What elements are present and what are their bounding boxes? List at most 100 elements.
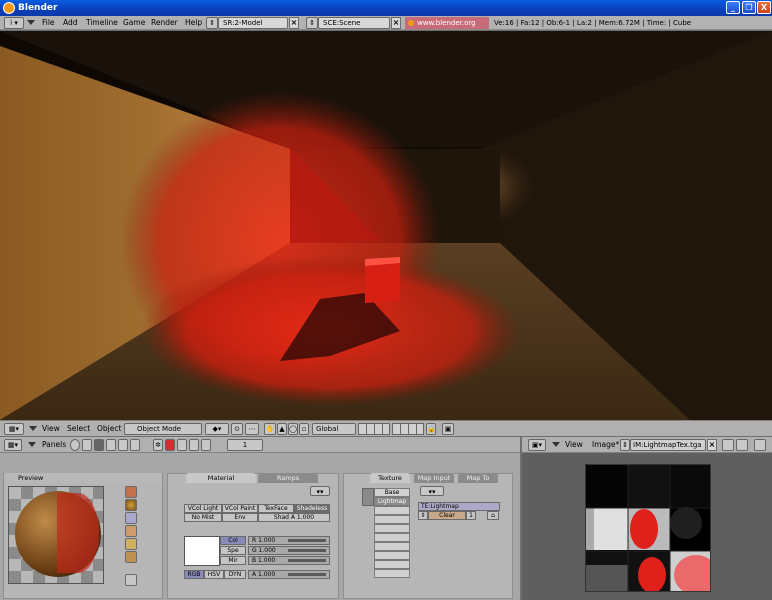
texture-slot-empty[interactable]	[374, 515, 410, 524]
preview-cube-icon[interactable]	[125, 512, 137, 524]
image-delete-icon[interactable]: ×	[707, 439, 717, 451]
hsv-mode-button[interactable]: HSV	[204, 570, 224, 579]
lock-icon[interactable]: 🔒	[426, 423, 436, 435]
scene-name-field[interactable]: SCE:Scene	[318, 17, 390, 29]
shading-icon[interactable]	[94, 439, 104, 451]
layer-buttons-group2[interactable]	[392, 423, 424, 435]
vcol-paint-toggle[interactable]: VCol Paint	[222, 504, 258, 513]
material-buttons-icon[interactable]	[165, 439, 175, 451]
blue-slider[interactable]: B 1.000	[248, 556, 330, 565]
tab-material[interactable]: Material	[186, 473, 256, 483]
shadow-alpha-field[interactable]: Shad A 1.000	[258, 513, 330, 522]
tab-map-to[interactable]: Map To	[458, 473, 498, 483]
scale-icon[interactable]: ▫	[299, 423, 309, 435]
rgb-mode-button[interactable]: RGB	[184, 570, 204, 579]
layer-buttons-group1[interactable]	[358, 423, 390, 435]
texture-slot-empty[interactable]	[374, 569, 410, 578]
maximize-button[interactable]: ❐	[742, 1, 756, 14]
vcol-light-toggle[interactable]: VCol Light	[184, 504, 222, 513]
logic-icon[interactable]	[70, 439, 80, 451]
editor-type-icon[interactable]: ▣▾	[528, 439, 546, 451]
tab-map-input[interactable]: Map Input	[414, 473, 454, 483]
editor-type-icon[interactable]: ▦▾	[4, 439, 22, 451]
texture-fake-user-icon[interactable]: ⌂	[487, 511, 499, 520]
editing-icon[interactable]	[118, 439, 128, 451]
no-mist-toggle[interactable]: No Mist	[184, 513, 222, 522]
texture-name-field[interactable]: TE:Lightmap	[418, 502, 500, 511]
texface-toggle[interactable]: TexFace	[258, 504, 294, 513]
texture-slot-empty[interactable]	[374, 506, 410, 515]
red-slider[interactable]: R 1.000	[248, 536, 330, 545]
menu-render[interactable]: Render	[151, 16, 178, 30]
preview-hair-icon[interactable]	[125, 538, 137, 550]
translate-icon[interactable]: ▲	[277, 423, 287, 435]
green-slider[interactable]: G 1.000	[248, 546, 330, 555]
spe-button[interactable]: Spe	[220, 546, 246, 555]
texture-pin-icon[interactable]: ▾▾	[420, 486, 444, 496]
mode-select[interactable]: Object Mode	[124, 423, 202, 435]
frame-number-field[interactable]: 1	[227, 439, 263, 451]
menu-view[interactable]: View	[565, 438, 583, 452]
script-icon[interactable]	[82, 439, 92, 451]
texture-slot-empty[interactable]	[374, 560, 410, 569]
scene-delete-icon[interactable]: ×	[391, 17, 401, 29]
texture-slot-base[interactable]: Base	[374, 488, 410, 497]
preview-flat-icon[interactable]	[125, 486, 137, 498]
world-buttons-icon[interactable]	[201, 439, 211, 451]
scene-icon[interactable]	[130, 439, 140, 451]
close-button[interactable]: X	[757, 1, 771, 14]
menu-view[interactable]: View	[42, 422, 60, 436]
image-paint-icon[interactable]	[736, 439, 748, 451]
texture-slot-empty[interactable]	[374, 524, 410, 533]
texture-buttons-icon[interactable]	[177, 439, 187, 451]
screen-name-field[interactable]: SR:2-Model	[218, 17, 288, 29]
texture-slot-empty[interactable]	[374, 542, 410, 551]
preview-sphere-icon[interactable]	[125, 499, 137, 511]
collapse-arrow-icon[interactable]	[552, 442, 560, 447]
panels-menu[interactable]: Panels	[42, 438, 66, 452]
object-icon[interactable]	[106, 439, 116, 451]
col-button[interactable]: Col	[220, 536, 246, 545]
preview-refresh-icon[interactable]	[125, 574, 137, 586]
rotate-icon[interactable]: ◯	[288, 423, 298, 435]
menu-select[interactable]: Select	[67, 422, 90, 436]
material-pin-icon[interactable]: ▾▾	[310, 486, 330, 496]
render-icon[interactable]: ▣	[442, 423, 454, 435]
menu-add[interactable]: Add	[63, 16, 78, 30]
editor-type-icon[interactable]: i ▾	[4, 17, 24, 29]
image-render-icon[interactable]	[754, 439, 766, 451]
menu-object[interactable]: Object	[97, 422, 121, 436]
radiosity-icon[interactable]	[189, 439, 199, 451]
tab-texture[interactable]: Texture	[370, 473, 410, 483]
screen-browse-icon[interactable]: ⇕	[206, 17, 218, 29]
preview-sky-icon[interactable]	[125, 551, 137, 563]
tab-ramps[interactable]: Ramps	[258, 473, 318, 483]
color-swatches[interactable]	[184, 536, 220, 566]
transform-orientation-select[interactable]: Global	[312, 423, 356, 435]
3d-viewport[interactable]	[0, 31, 772, 420]
minimize-button[interactable]: _	[726, 1, 740, 14]
layer-lock-icon[interactable]: ⋯	[245, 423, 259, 435]
menu-game[interactable]: Game	[123, 16, 145, 30]
image-name-field[interactable]: IM:LightmapTex.tga	[630, 439, 706, 451]
image-pin-icon[interactable]	[722, 439, 734, 451]
draw-type-select[interactable]: ◆▾	[205, 423, 229, 435]
lightmap-image[interactable]	[585, 464, 711, 592]
lamp-buttons-icon[interactable]: ✲	[153, 439, 163, 451]
preview-monkey-icon[interactable]	[125, 525, 137, 537]
menu-image[interactable]: Image*	[592, 438, 619, 452]
mir-button[interactable]: Mir	[220, 556, 246, 565]
screen-delete-icon[interactable]: ×	[289, 17, 299, 29]
texture-browse-icon[interactable]: ⇕	[418, 511, 428, 520]
collapse-arrow-icon[interactable]	[28, 442, 36, 447]
texture-slot-lightmap[interactable]: Lightmap	[374, 497, 410, 506]
texture-slot-empty[interactable]	[374, 533, 410, 542]
texture-clear-button[interactable]: Clear	[428, 511, 466, 520]
scene-browse-icon[interactable]: ⇕	[306, 17, 318, 29]
pivot-icon[interactable]: ⊙	[231, 423, 243, 435]
texture-users-count[interactable]: 1	[466, 511, 476, 520]
texture-channel-checks[interactable]	[362, 488, 374, 506]
alpha-slider[interactable]: A 1.000	[248, 570, 330, 579]
env-toggle[interactable]: Env	[222, 513, 258, 522]
hand-grab-icon[interactable]: ✋	[264, 423, 276, 435]
